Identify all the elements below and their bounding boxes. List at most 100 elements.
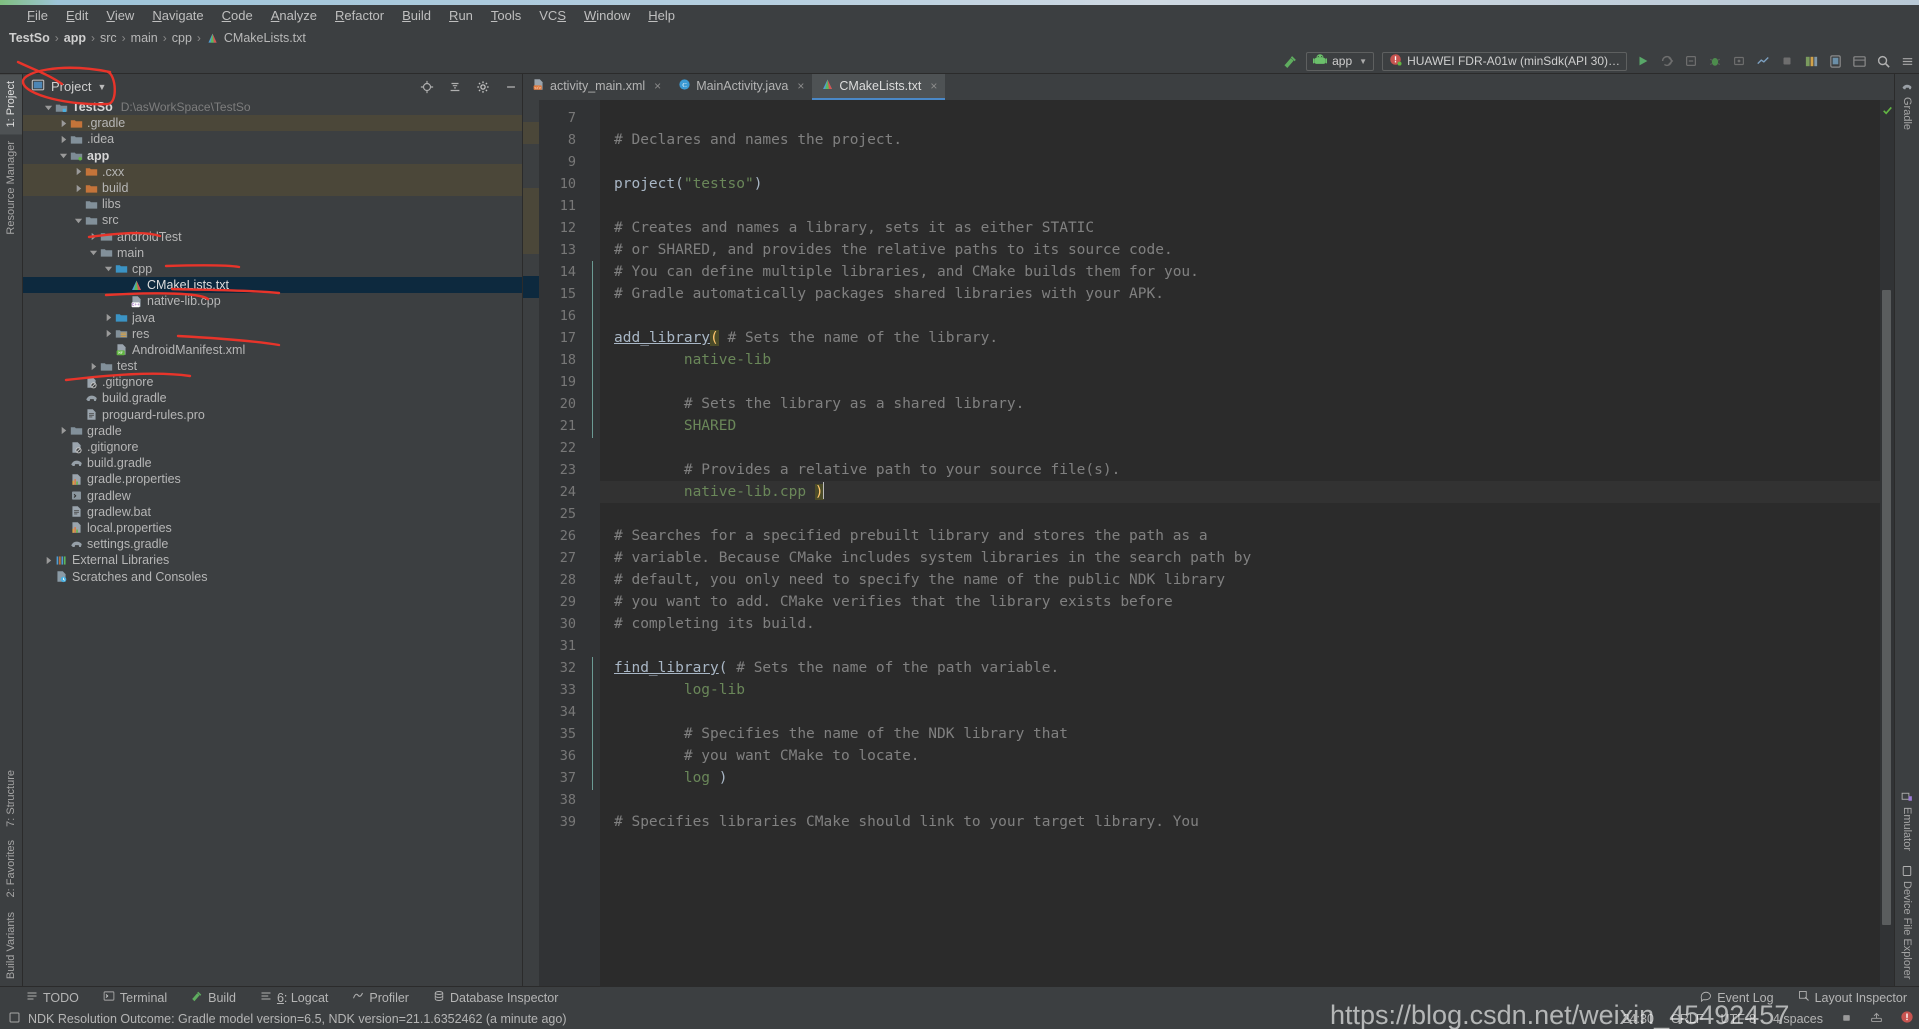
tree-twisty[interactable]: [58, 471, 69, 487]
tree-twisty[interactable]: [58, 504, 69, 520]
code-line[interactable]: log ): [600, 767, 1880, 789]
menu-refactor[interactable]: Refactor: [326, 5, 393, 27]
menu-navigate[interactable]: Navigate: [143, 5, 212, 27]
tree-item-proguard-rules-pro[interactable]: proguard-rules.pro: [23, 407, 522, 423]
code-line[interactable]: # completing its build.: [600, 613, 1880, 635]
editor-tab-activity-main-xml[interactable]: </> activity_main.xml ×: [523, 74, 669, 100]
close-icon[interactable]: ×: [654, 79, 661, 93]
code-line[interactable]: [600, 789, 1880, 811]
code-line[interactable]: [600, 151, 1880, 173]
collapse-all-icon[interactable]: [444, 76, 466, 98]
tree-item-native-lib-cpp[interactable]: C++ native-lib.cpp: [23, 293, 522, 309]
tree-twisty[interactable]: [103, 326, 114, 342]
sidebar-item-project[interactable]: 1: Project: [0, 74, 22, 135]
module-selector[interactable]: app ▼: [1306, 51, 1375, 71]
code-line[interactable]: [600, 371, 1880, 393]
bottom-tool-terminal[interactable]: Terminal: [91, 987, 179, 1009]
tree-twisty[interactable]: [73, 164, 84, 180]
tree-item-androidtest[interactable]: androidTest: [23, 229, 522, 245]
code-line[interactable]: # Searches for a specified prebuilt libr…: [600, 525, 1880, 547]
bottom-tool-database-inspector[interactable]: Database Inspector: [421, 987, 570, 1009]
apply-changes-icon[interactable]: [1656, 51, 1678, 72]
code-line[interactable]: # Gradle automatically packages shared l…: [600, 283, 1880, 305]
menu-window[interactable]: Window: [575, 5, 639, 27]
debug-icon[interactable]: [1704, 51, 1726, 72]
bottom-tool-layout-inspector[interactable]: Layout Inspector: [1786, 987, 1919, 1009]
sdk-manager-icon[interactable]: [1800, 51, 1822, 72]
menu-code[interactable]: Code: [213, 5, 262, 27]
code-line[interactable]: # or SHARED, and provides the relative p…: [600, 239, 1880, 261]
menu-vcs[interactable]: VCS: [530, 5, 575, 27]
tree-twisty[interactable]: [73, 390, 84, 406]
breadcrumb-cpp[interactable]: cpp: [169, 31, 195, 45]
tree-twisty[interactable]: [58, 423, 69, 439]
tree-twisty[interactable]: [73, 196, 84, 212]
tree-twisty[interactable]: [103, 342, 114, 358]
tree-item-gradle-properties[interactable]: gradle.properties: [23, 471, 522, 487]
avd-manager-icon[interactable]: [1824, 51, 1846, 72]
stop-icon[interactable]: [1776, 51, 1798, 72]
code-line[interactable]: add_library( # Sets the name of the libr…: [600, 327, 1880, 349]
run-icon[interactable]: [1632, 51, 1654, 72]
breadcrumb-src[interactable]: src: [97, 31, 120, 45]
code-line[interactable]: # default, you only need to specify the …: [600, 569, 1880, 591]
tree-item-libs[interactable]: libs: [23, 196, 522, 212]
code-line[interactable]: [600, 195, 1880, 217]
code-line[interactable]: native-lib: [600, 349, 1880, 371]
bottom-tool-profiler[interactable]: Profiler: [340, 987, 421, 1009]
settings-gear-icon[interactable]: [472, 76, 494, 98]
code-line[interactable]: SHARED: [600, 415, 1880, 437]
tree-twisty[interactable]: [58, 148, 69, 164]
tree-twisty[interactable]: [103, 261, 114, 277]
tree-item-gitignore[interactable]: .gitignore: [23, 439, 522, 455]
code-line[interactable]: [600, 635, 1880, 657]
code-line[interactable]: [600, 701, 1880, 723]
tree-item-build[interactable]: build: [23, 179, 522, 197]
search-icon[interactable]: [1872, 51, 1894, 72]
menu-run[interactable]: Run: [440, 5, 482, 27]
profiler-icon[interactable]: [1752, 51, 1774, 72]
bottom-tool-logcat[interactable]: 6: Logcat: [248, 987, 340, 1009]
editor-tab-bar[interactable]: </> activity_main.xml × C MainActivity.java ×…: [523, 74, 1894, 100]
tree-twisty[interactable]: [58, 488, 69, 504]
tree-twisty[interactable]: [88, 229, 99, 245]
tree-item-gradlew-bat[interactable]: gradlew.bat: [23, 504, 522, 520]
tree-twisty[interactable]: [58, 439, 69, 455]
code-line[interactable]: [600, 503, 1880, 525]
tree-item-cmakelists-txt[interactable]: CMakeLists.txt: [23, 277, 522, 294]
code-line[interactable]: project("testso"): [600, 173, 1880, 195]
project-tree[interactable]: TestSo D:\asWorkSpace\TestSo .gradle .idea a…: [23, 99, 522, 986]
bottom-tool-todo[interactable]: TODO: [14, 987, 91, 1009]
tree-item-local-properties[interactable]: local.properties: [23, 520, 522, 536]
vcs-branch-icon[interactable]: [1865, 1011, 1888, 1027]
chevron-down-icon[interactable]: ▼: [97, 82, 106, 92]
more-options-icon[interactable]: [1896, 51, 1918, 72]
menu-file[interactable]: File: [18, 5, 57, 27]
tree-twisty[interactable]: [73, 180, 84, 196]
code-line[interactable]: native-lib.cpp ): [600, 481, 1880, 503]
breadcrumb-testso[interactable]: TestSo: [6, 31, 53, 45]
breadcrumb-file[interactable]: CMakeLists.txt: [203, 31, 309, 45]
tree-item-scratches-and-consoles[interactable]: Scratches and Consoles: [23, 568, 522, 584]
sidebar-item-favorites[interactable]: 2: Favorites: [0, 833, 22, 904]
tree-twisty[interactable]: [118, 277, 129, 293]
code-line[interactable]: find_library( # Sets the name of the pat…: [600, 657, 1880, 679]
code-line[interactable]: [600, 305, 1880, 327]
code-line[interactable]: # Specifies libraries CMake should link …: [600, 811, 1880, 833]
sidebar-item-emulator[interactable]: Emulator: [1895, 784, 1919, 858]
locate-icon[interactable]: [416, 76, 438, 98]
sidebar-item-build-variants[interactable]: Build Variants: [0, 905, 22, 986]
tree-twisty[interactable]: [118, 293, 129, 309]
code-line[interactable]: # you want to add. CMake verifies that t…: [600, 591, 1880, 613]
menu-view[interactable]: View: [97, 5, 143, 27]
bottom-tool-build[interactable]: Build: [179, 987, 248, 1009]
apply-code-changes-icon[interactable]: [1680, 51, 1702, 72]
menu-analyze[interactable]: Analyze: [262, 5, 326, 27]
code-line[interactable]: # variable. Because CMake includes syste…: [600, 547, 1880, 569]
tree-item-gitignore[interactable]: .gitignore: [23, 374, 522, 390]
tree-item-androidmanifest-xml[interactable]: MF AndroidManifest.xml: [23, 342, 522, 358]
layout-inspector-icon[interactable]: [1848, 51, 1870, 72]
menu-tools[interactable]: Tools: [482, 5, 530, 27]
tree-item-gradle[interactable]: gradle: [23, 423, 522, 439]
editor-tab-cmakelists-txt[interactable]: CMakeLists.txt ×: [812, 74, 946, 100]
